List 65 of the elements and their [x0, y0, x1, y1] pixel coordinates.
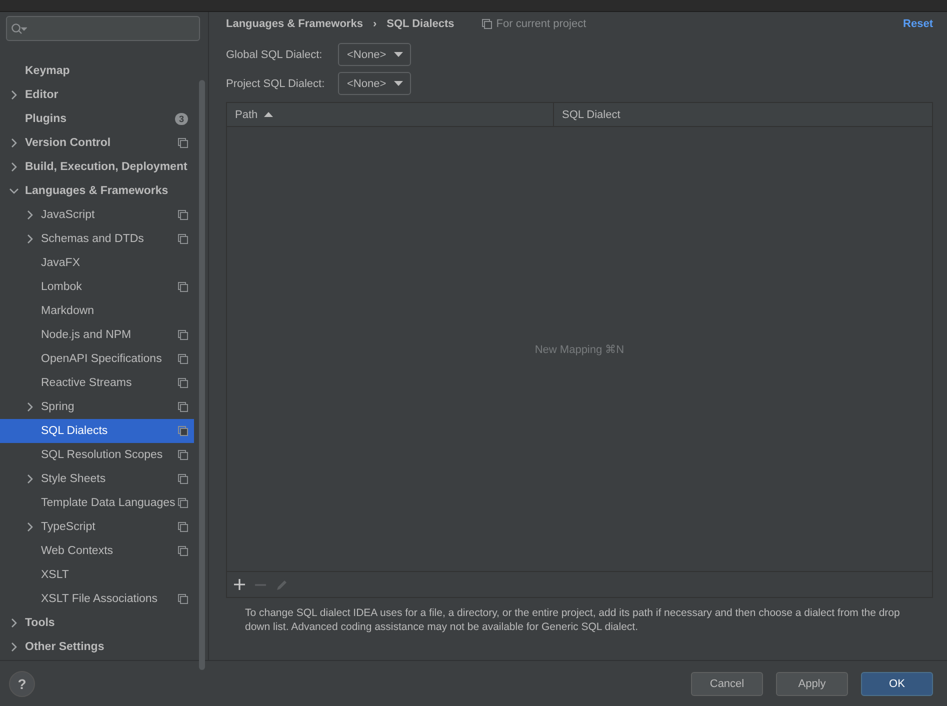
settings-tree-item[interactable]: Node.js and NPM: [0, 323, 194, 347]
dialect-dropdown[interactable]: <None>: [338, 72, 412, 95]
project-scope-icon: [178, 498, 188, 508]
settings-tree-item[interactable]: XSLT File Associations: [0, 587, 194, 611]
dialog-button[interactable]: OK: [861, 672, 933, 696]
project-scope-icon: [178, 210, 188, 220]
project-scope-icon: [178, 402, 188, 412]
help-description: To change SQL dialect IDEA uses for a file, a directory, or the entire project, add its path if necessary and then choose a dialect from the drop down list. Advanced coding assistance may not be available for Generic SQL dialect.: [245, 606, 901, 634]
dialog-button[interactable]: Apply: [776, 672, 848, 696]
settings-tree-item[interactable]: Schemas and DTDs: [0, 227, 194, 251]
settings-tree-item[interactable]: Spring: [0, 395, 194, 419]
search-field[interactable]: [6, 16, 200, 41]
settings-tree-item[interactable]: Lombok: [0, 275, 194, 299]
scope-note: For current project: [496, 18, 586, 30]
settings-tree-item[interactable]: SQL Resolution Scopes: [0, 443, 194, 467]
dialect-dropdown[interactable]: <None>: [338, 43, 412, 66]
project-scope-icon: [178, 282, 188, 292]
project-scope-icon: [178, 426, 188, 436]
breadcrumb: Languages & Frameworks: [226, 18, 363, 30]
settings-tree-item[interactable]: Editor: [0, 83, 194, 107]
settings-tree-item[interactable]: Plugins 3: [0, 107, 194, 131]
settings-tree-item[interactable]: Build, Execution, Deployment: [0, 155, 194, 179]
column-header[interactable]: Path: [227, 103, 554, 126]
settings-tree-item[interactable]: OpenAPI Specifications: [0, 347, 194, 371]
settings-tree-item[interactable]: Version Control: [0, 131, 194, 155]
settings-tree-item[interactable]: TypeScript: [0, 515, 194, 539]
breadcrumb: SQL Dialects: [386, 18, 454, 30]
search-icon: [11, 22, 27, 34]
help-button[interactable]: ?: [9, 670, 35, 696]
dropdown-arrow-icon: [394, 81, 404, 86]
settings-tree-item[interactable]: XSLT: [0, 563, 194, 587]
field-label: Global SQL Dialect:: [226, 48, 324, 60]
count-badge: 3: [174, 113, 188, 125]
settings-tree-item[interactable]: Reactive Streams: [0, 371, 194, 395]
project-scope-icon: [482, 19, 492, 29]
field-label: Project SQL Dialect:: [226, 78, 326, 90]
project-scope-icon: [178, 474, 188, 484]
settings-tree-item[interactable]: Other Settings: [0, 635, 194, 659]
project-scope-icon: [178, 138, 188, 148]
project-scope-icon: [178, 546, 188, 556]
project-scope-icon: [178, 594, 188, 604]
project-scope-icon: [178, 378, 188, 388]
add-icon[interactable]: [234, 579, 245, 590]
settings-tree-item[interactable]: Keymap: [0, 59, 194, 83]
scrollbar[interactable]: [199, 80, 205, 670]
settings-tree-item[interactable]: SQL Dialects: [0, 419, 194, 443]
reset-link[interactable]: Reset: [903, 18, 933, 30]
column-header[interactable]: SQL Dialect: [554, 103, 932, 126]
settings-tree-item[interactable]: JavaScript: [0, 203, 194, 227]
breadcrumb-separator: ›: [372, 18, 377, 30]
empty-table-text: New Mapping ⌘N: [534, 342, 624, 356]
project-scope-icon: [178, 522, 188, 532]
settings-tree-item[interactable]: Languages & Frameworks: [0, 179, 194, 203]
settings-tree-item[interactable]: Web Contexts: [0, 539, 194, 563]
settings-tree-item[interactable]: Tools: [0, 611, 194, 635]
project-scope-icon: [178, 234, 188, 244]
dropdown-arrow-icon: [394, 52, 404, 57]
settings-tree-item[interactable]: JavaFX: [0, 251, 194, 275]
settings-tree-item[interactable]: Style Sheets: [0, 467, 194, 491]
project-scope-icon: [178, 330, 188, 340]
settings-tree-item[interactable]: Template Data Languages: [0, 491, 194, 515]
settings-tree-item[interactable]: Markdown: [0, 299, 194, 323]
project-scope-icon: [178, 354, 188, 364]
project-scope-icon: [178, 450, 188, 460]
dialog-button[interactable]: Cancel: [691, 672, 763, 696]
